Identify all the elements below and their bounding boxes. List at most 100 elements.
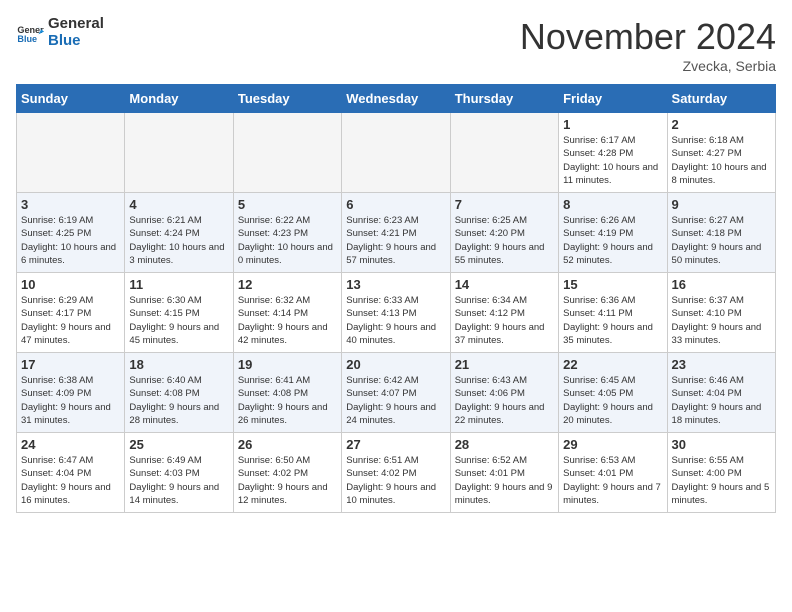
day-number: 28: [455, 437, 554, 452]
calendar-cell: 23 Sunrise: 6:46 AM Sunset: 4:04 PM Dayli…: [667, 353, 775, 433]
day-number: 9: [672, 197, 771, 212]
calendar-cell: 28 Sunrise: 6:52 AM Sunset: 4:01 PM Dayli…: [450, 433, 558, 513]
weekday-header: Tuesday: [233, 85, 341, 113]
day-number: 24: [21, 437, 120, 452]
day-info: Sunrise: 6:49 AM Sunset: 4:03 PM Dayligh…: [129, 454, 228, 507]
day-info: Sunrise: 6:27 AM Sunset: 4:18 PM Dayligh…: [672, 214, 771, 267]
svg-text:Blue: Blue: [17, 34, 37, 44]
weekday-header: Saturday: [667, 85, 775, 113]
day-info: Sunrise: 6:21 AM Sunset: 4:24 PM Dayligh…: [129, 214, 228, 267]
calendar-cell: 15 Sunrise: 6:36 AM Sunset: 4:11 PM Dayli…: [559, 273, 667, 353]
day-number: 16: [672, 277, 771, 292]
calendar-week-row: 3 Sunrise: 6:19 AM Sunset: 4:25 PM Daylig…: [17, 193, 776, 273]
day-number: 8: [563, 197, 662, 212]
day-number: 5: [238, 197, 337, 212]
calendar-cell: 22Sunrise: 6:45 AM Sunset: 4:05 PM Dayli…: [559, 353, 667, 433]
day-number: 15: [563, 277, 662, 292]
weekday-header-row: SundayMondayTuesdayWednesdayThursdayFrid…: [17, 85, 776, 113]
day-number: 7: [455, 197, 554, 212]
logo-icon: General Blue: [16, 19, 44, 47]
day-info: Sunrise: 6:46 AM Sunset: 4:04 PM Dayligh…: [672, 374, 771, 427]
day-info: Sunrise: 6:38 AM Sunset: 4:09 PM Dayligh…: [21, 374, 120, 427]
day-info: Sunrise: 6:19 AM Sunset: 4:25 PM Dayligh…: [21, 214, 120, 267]
calendar-cell: 5 Sunrise: 6:22 AM Sunset: 4:23 PM Daylig…: [233, 193, 341, 273]
day-info: Sunrise: 6:18 AM Sunset: 4:27 PM Dayligh…: [672, 134, 771, 187]
calendar-cell: 25 Sunrise: 6:49 AM Sunset: 4:03 PM Dayli…: [125, 433, 233, 513]
calendar-cell: 1 Sunrise: 6:17 AM Sunset: 4:28 PM Daylig…: [559, 113, 667, 193]
day-info: Sunrise: 6:52 AM Sunset: 4:01 PM Dayligh…: [455, 454, 554, 507]
location-label: Zvecka, Serbia: [520, 58, 776, 74]
day-info: Sunrise: 6:25 AM Sunset: 4:20 PM Dayligh…: [455, 214, 554, 267]
calendar-table: SundayMondayTuesdayWednesdayThursdayFrid…: [16, 84, 776, 513]
calendar-cell: 10 Sunrise: 6:29 AM Sunset: 4:17 PM Dayli…: [17, 273, 125, 353]
day-info: Sunrise: 6:47 AM Sunset: 4:04 PM Dayligh…: [21, 454, 120, 507]
day-info: Sunrise: 6:29 AM Sunset: 4:17 PM Dayligh…: [21, 294, 120, 347]
calendar-cell: 4 Sunrise: 6:21 AM Sunset: 4:24 PM Daylig…: [125, 193, 233, 273]
day-info: Sunrise: 6:26 AM Sunset: 4:19 PM Dayligh…: [563, 214, 662, 267]
day-number: 25: [129, 437, 228, 452]
calendar-cell: 6 Sunrise: 6:23 AM Sunset: 4:21 PM Daylig…: [342, 193, 450, 273]
calendar-cell: 8 Sunrise: 6:26 AM Sunset: 4:19 PM Daylig…: [559, 193, 667, 273]
calendar-cell: 13 Sunrise: 6:33 AM Sunset: 4:13 PM Dayli…: [342, 273, 450, 353]
day-number: 20: [346, 357, 445, 372]
day-number: 1: [563, 117, 662, 132]
day-info: Sunrise: 6:53 AM Sunset: 4:01 PM Dayligh…: [563, 454, 662, 507]
calendar-cell: [233, 113, 341, 193]
title-section: November 2024 Zvecka, Serbia: [520, 16, 776, 74]
day-number: 3: [21, 197, 120, 212]
logo-text-block: General Blue: [48, 16, 104, 49]
day-number: 18: [129, 357, 228, 372]
day-number: 21: [455, 357, 554, 372]
calendar-cell: 29 Sunrise: 6:53 AM Sunset: 4:01 PM Dayli…: [559, 433, 667, 513]
day-number: 11: [129, 277, 228, 292]
day-info: Sunrise: 6:37 AM Sunset: 4:10 PM Dayligh…: [672, 294, 771, 347]
month-title: November 2024: [520, 16, 776, 58]
day-number: 30: [672, 437, 771, 452]
day-number: 6: [346, 197, 445, 212]
day-number: 4: [129, 197, 228, 212]
weekday-header: Friday: [559, 85, 667, 113]
calendar-week-row: 1 Sunrise: 6:17 AM Sunset: 4:28 PM Daylig…: [17, 113, 776, 193]
day-info: Sunrise: 6:42 AM Sunset: 4:07 PM Dayligh…: [346, 374, 445, 427]
calendar-cell: 7 Sunrise: 6:25 AM Sunset: 4:20 PM Daylig…: [450, 193, 558, 273]
day-info: Sunrise: 6:36 AM Sunset: 4:11 PM Dayligh…: [563, 294, 662, 347]
calendar-cell: 19Sunrise: 6:41 AM Sunset: 4:08 PM Dayli…: [233, 353, 341, 433]
calendar-cell: 12Sunrise: 6:32 AM Sunset: 4:14 PM Dayli…: [233, 273, 341, 353]
day-number: 13: [346, 277, 445, 292]
day-number: 17: [21, 357, 120, 372]
day-info: Sunrise: 6:43 AM Sunset: 4:06 PM Dayligh…: [455, 374, 554, 427]
weekday-header: Sunday: [17, 85, 125, 113]
day-info: Sunrise: 6:34 AM Sunset: 4:12 PM Dayligh…: [455, 294, 554, 347]
calendar-week-row: 24 Sunrise: 6:47 AM Sunset: 4:04 PM Dayli…: [17, 433, 776, 513]
day-number: 29: [563, 437, 662, 452]
day-number: 26: [238, 437, 337, 452]
day-number: 23: [672, 357, 771, 372]
calendar-cell: 9 Sunrise: 6:27 AM Sunset: 4:18 PM Daylig…: [667, 193, 775, 273]
logo: General Blue General Blue: [16, 16, 104, 49]
day-info: Sunrise: 6:51 AM Sunset: 4:02 PM Dayligh…: [346, 454, 445, 507]
day-number: 14: [455, 277, 554, 292]
calendar-cell: 30Sunrise: 6:55 AM Sunset: 4:00 PM Dayli…: [667, 433, 775, 513]
day-number: 10: [21, 277, 120, 292]
calendar-cell: 11 Sunrise: 6:30 AM Sunset: 4:15 PM Dayli…: [125, 273, 233, 353]
day-info: Sunrise: 6:33 AM Sunset: 4:13 PM Dayligh…: [346, 294, 445, 347]
calendar-week-row: 10 Sunrise: 6:29 AM Sunset: 4:17 PM Dayli…: [17, 273, 776, 353]
calendar-cell: 20 Sunrise: 6:42 AM Sunset: 4:07 PM Dayli…: [342, 353, 450, 433]
weekday-header: Wednesday: [342, 85, 450, 113]
day-number: 27: [346, 437, 445, 452]
day-number: 22: [563, 357, 662, 372]
day-info: Sunrise: 6:17 AM Sunset: 4:28 PM Dayligh…: [563, 134, 662, 187]
calendar-cell: [342, 113, 450, 193]
weekday-header: Monday: [125, 85, 233, 113]
day-info: Sunrise: 6:50 AM Sunset: 4:02 PM Dayligh…: [238, 454, 337, 507]
day-info: Sunrise: 6:23 AM Sunset: 4:21 PM Dayligh…: [346, 214, 445, 267]
day-info: Sunrise: 6:22 AM Sunset: 4:23 PM Dayligh…: [238, 214, 337, 267]
day-info: Sunrise: 6:30 AM Sunset: 4:15 PM Dayligh…: [129, 294, 228, 347]
calendar-cell: 17 Sunrise: 6:38 AM Sunset: 4:09 PM Dayli…: [17, 353, 125, 433]
calendar-cell: 27 Sunrise: 6:51 AM Sunset: 4:02 PM Dayli…: [342, 433, 450, 513]
day-info: Sunrise: 6:32 AM Sunset: 4:14 PM Dayligh…: [238, 294, 337, 347]
calendar-week-row: 17 Sunrise: 6:38 AM Sunset: 4:09 PM Dayli…: [17, 353, 776, 433]
weekday-header: Thursday: [450, 85, 558, 113]
logo-line2: Blue: [48, 33, 104, 50]
calendar-cell: 2Sunrise: 6:18 AM Sunset: 4:27 PM Daylig…: [667, 113, 775, 193]
